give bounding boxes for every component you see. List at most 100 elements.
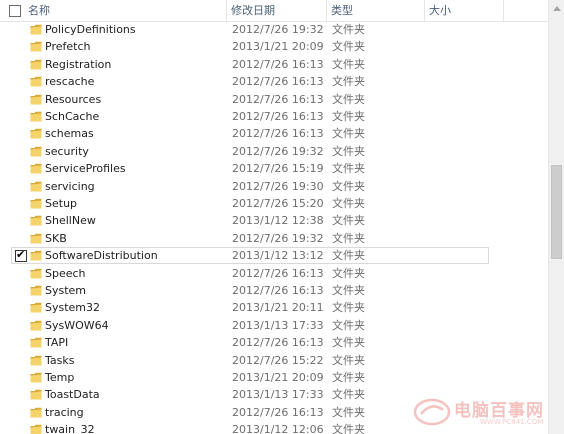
file-modified-date: 2013/1/12 12:06 [232, 423, 324, 434]
folder-icon [30, 407, 42, 418]
file-row[interactable]: Tasks 2012/7/26 15:22 文件夹 [0, 352, 548, 369]
folder-icon [30, 285, 42, 296]
file-type: 文件夹 [332, 144, 365, 158]
file-modified-date: 2012/7/26 16:13 [232, 75, 324, 89]
select-all-checkbox[interactable] [9, 5, 21, 17]
file-name[interactable]: security [45, 143, 89, 160]
file-type: 文件夹 [332, 266, 365, 280]
file-row[interactable]: tracing 2012/7/26 16:13 文件夹 [0, 404, 548, 421]
file-name[interactable]: System32 [45, 299, 100, 316]
file-type: 文件夹 [332, 162, 365, 176]
file-row[interactable]: Temp 2013/1/21 20:09 文件夹 [0, 369, 548, 386]
column-divider[interactable] [503, 0, 504, 21]
folder-icon [30, 76, 42, 87]
file-modified-date: 2012/7/26 16:13 [232, 266, 324, 280]
file-type: 文件夹 [332, 371, 365, 384]
file-row[interactable]: twain_32 2013/1/12 12:06 文件夹 [0, 421, 548, 434]
file-row[interactable]: security 2012/7/26 19:32 文件夹 [0, 143, 548, 160]
file-name[interactable]: Setup [45, 195, 77, 212]
column-header-type[interactable]: 类型 [331, 0, 353, 21]
file-type: 文件夹 [332, 405, 365, 419]
file-type: 文件夹 [332, 127, 365, 141]
file-modified-date: 2012/7/26 19:32 [232, 23, 324, 36]
file-row[interactable]: Registration 2012/7/26 16:13 文件夹 [0, 56, 548, 73]
folder-icon [30, 337, 42, 348]
file-row[interactable]: schemas 2012/7/26 16:13 文件夹 [0, 125, 548, 142]
column-divider[interactable] [226, 0, 227, 21]
file-name[interactable]: schemas [45, 125, 94, 142]
file-name[interactable]: SoftwareDistribution [45, 247, 158, 264]
scroll-up-arrow-icon[interactable] [553, 6, 561, 11]
file-row[interactable]: ShellNew 2013/1/12 12:38 文件夹 [0, 212, 548, 229]
file-row[interactable]: System 2012/7/26 16:13 文件夹 [0, 282, 548, 299]
file-name[interactable]: Tasks [45, 352, 74, 369]
file-row[interactable]: System32 2013/1/21 20:11 文件夹 [0, 299, 548, 316]
file-name[interactable]: Speech [45, 265, 86, 282]
file-type: 文件夹 [332, 197, 365, 210]
file-name[interactable]: tracing [45, 404, 84, 421]
file-name[interactable]: rescache [45, 73, 94, 90]
file-row[interactable]: ServiceProfiles 2012/7/26 15:19 文件夹 [0, 160, 548, 177]
file-modified-date: 2013/1/12 12:38 [232, 214, 324, 228]
column-divider[interactable] [424, 0, 425, 21]
file-modified-date: 2012/7/26 16:13 [232, 284, 324, 297]
column-header-size[interactable]: 大小 [429, 0, 451, 21]
folder-icon [30, 372, 42, 383]
folder-icon [30, 59, 42, 70]
file-name[interactable]: Resources [45, 91, 101, 108]
file-row[interactable]: Resources 2012/7/26 16:13 文件夹 [0, 91, 548, 108]
file-name[interactable]: SKB [45, 230, 67, 247]
column-divider[interactable] [326, 0, 327, 21]
column-header-name[interactable]: 名称 [28, 0, 50, 21]
folder-icon [30, 94, 42, 105]
file-type: 文件夹 [332, 353, 365, 367]
folder-icon [30, 163, 42, 174]
folder-icon [30, 198, 42, 209]
file-modified-date: 2012/7/26 16:13 [232, 110, 324, 123]
file-name[interactable]: Prefetch [45, 38, 90, 55]
file-row[interactable]: PolicyDefinitions 2012/7/26 19:32 文件夹 [0, 21, 548, 38]
file-name[interactable]: System [45, 282, 86, 299]
file-row[interactable]: TAPI 2012/7/26 16:13 文件夹 [0, 334, 548, 351]
row-checkbox[interactable]: ✔ [15, 248, 27, 263]
file-row[interactable]: SysWOW64 2013/1/13 17:33 文件夹 [0, 317, 548, 334]
file-row[interactable]: Prefetch 2013/1/21 20:09 文件夹 [0, 38, 548, 55]
file-name[interactable]: servicing [45, 178, 95, 195]
file-row[interactable]: ✔ SoftwareDistribution 2013/1/12 13:12 文件夹 [0, 247, 548, 265]
file-modified-date: 2012/7/26 16:13 [232, 127, 324, 141]
file-type: 文件夹 [332, 110, 365, 123]
file-type: 文件夹 [332, 423, 365, 434]
file-name[interactable]: PolicyDefinitions [45, 21, 136, 38]
vertical-scrollbar[interactable] [548, 0, 564, 434]
column-header-date[interactable]: 修改日期 [231, 0, 275, 21]
file-modified-date: 2012/7/26 16:13 [232, 92, 324, 106]
file-modified-date: 2013/1/13 17:33 [232, 318, 324, 332]
file-name[interactable]: twain_32 [45, 421, 95, 434]
file-modified-date: 2013/1/21 20:09 [232, 371, 324, 384]
file-modified-date: 2012/7/26 16:13 [232, 336, 324, 350]
file-row[interactable]: servicing 2012/7/26 19:30 文件夹 [0, 178, 548, 195]
file-row[interactable]: SKB 2012/7/26 19:32 文件夹 [0, 230, 548, 247]
file-name[interactable]: SchCache [45, 108, 99, 125]
scrollbar-thumb[interactable] [551, 165, 562, 259]
file-name[interactable]: Registration [45, 56, 111, 73]
file-name[interactable]: SysWOW64 [45, 317, 109, 334]
folder-icon [30, 355, 42, 366]
file-modified-date: 2012/7/26 19:32 [232, 231, 324, 245]
file-name[interactable]: ShellNew [45, 212, 96, 229]
file-row[interactable]: ToastData 2013/1/13 17:33 文件夹 [0, 386, 548, 403]
file-type: 文件夹 [332, 301, 365, 315]
file-name[interactable]: TAPI [45, 334, 68, 351]
folder-icon [30, 424, 42, 434]
folder-icon [30, 146, 42, 157]
file-type: 文件夹 [332, 231, 365, 245]
file-name[interactable]: Temp [45, 369, 74, 386]
file-row[interactable]: SchCache 2012/7/26 16:13 文件夹 [0, 108, 548, 125]
folder-icon [30, 250, 42, 261]
file-row[interactable]: rescache 2012/7/26 16:13 文件夹 [0, 73, 548, 90]
file-row[interactable]: Speech 2012/7/26 16:13 文件夹 [0, 265, 548, 282]
file-row[interactable]: Setup 2012/7/26 15:20 文件夹 [0, 195, 548, 212]
file-type: 文件夹 [332, 179, 365, 193]
file-name[interactable]: ServiceProfiles [45, 160, 126, 177]
file-name[interactable]: ToastData [45, 386, 100, 403]
